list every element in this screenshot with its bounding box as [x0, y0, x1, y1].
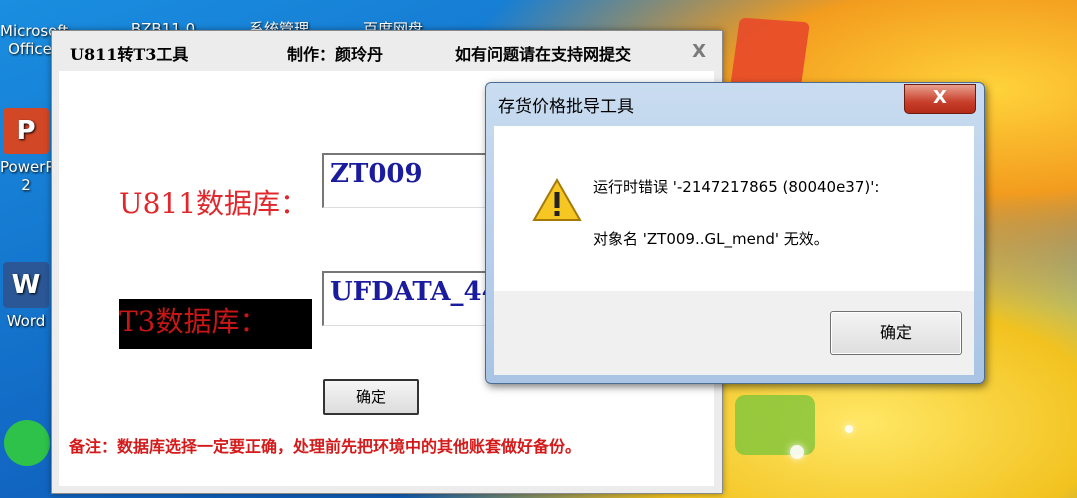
powerpoint-icon: P	[3, 108, 49, 154]
t3-db-label: T3数据库：	[119, 299, 312, 349]
wallpaper-decoration	[735, 395, 815, 455]
author-credit: 制作：颜玲丹	[287, 45, 384, 64]
close-button[interactable]: X	[692, 41, 706, 62]
u811-db-label: U811数据库：	[119, 187, 309, 220]
error-dialog: 存货价格批导工具 X 运行时错误 '-2147217865 (80040e37)…	[485, 82, 985, 384]
backup-note: 备注：数据库选择一定要正确，处理前先把环境中的其他账套做好备份。	[69, 437, 582, 456]
desktop-icon-label: Word	[6, 312, 46, 330]
dialog-ok-button[interactable]: 确定	[830, 311, 962, 355]
window-title: U811转T3工具	[70, 45, 189, 64]
word-icon: W	[3, 262, 49, 308]
dialog-title: 存货价格批导工具	[498, 97, 634, 117]
dialog-message-area: 运行时错误 '-2147217865 (80040e37)': 对象名 'ZT0…	[494, 126, 974, 291]
desktop-icon-powerpoint[interactable]: P PowerPoint 2	[0, 108, 83, 194]
desktop-icon-wechat[interactable]	[2, 420, 52, 470]
wallpaper-sparkle	[845, 425, 853, 433]
support-note: 如有问题请在支持网提交	[455, 45, 632, 64]
dialog-close-button[interactable]: X	[904, 84, 976, 114]
window-titlebar[interactable]: U811转T3工具 制作：颜玲丹 如有问题请在支持网提交 X	[52, 31, 722, 69]
warning-icon	[532, 178, 582, 221]
wallpaper-sparkle	[790, 445, 804, 459]
error-message-line2: 对象名 'ZT009..GL_mend' 无效。	[593, 230, 829, 248]
wechat-icon	[4, 420, 50, 466]
confirm-button[interactable]: 确定	[323, 379, 419, 415]
desktop-icon-word[interactable]: W Word	[0, 262, 52, 330]
dialog-footer: 确定	[494, 291, 974, 375]
error-message-line1: 运行时错误 '-2147217865 (80040e37)':	[593, 178, 880, 196]
